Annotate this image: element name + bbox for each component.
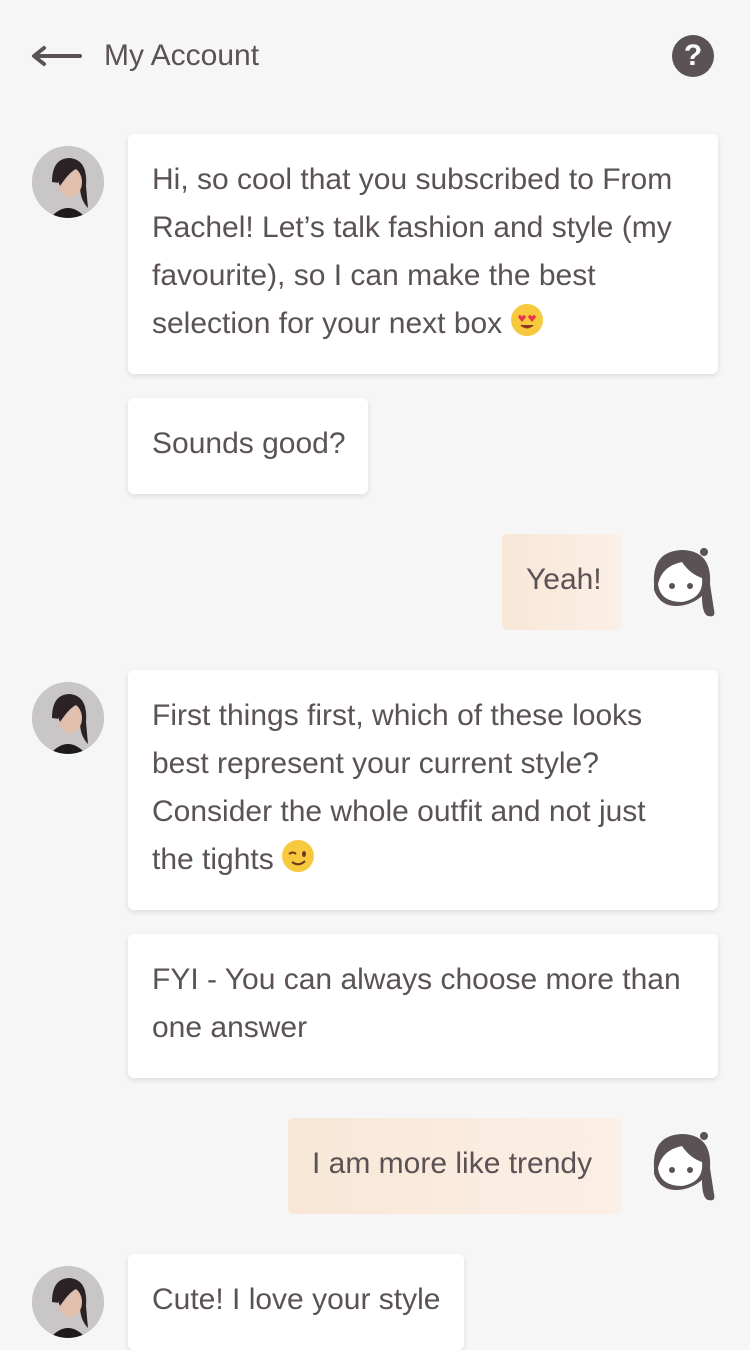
- bot-message: Hi, so cool that you subscribed to From …: [128, 134, 718, 374]
- rachel-avatar-icon: [32, 1266, 104, 1338]
- header-bar: My Account ?: [0, 0, 750, 110]
- user-avatar-icon: [653, 1132, 715, 1201]
- bot-avatar: [32, 1266, 104, 1338]
- bot-message: First things first, which of these looks…: [128, 670, 718, 910]
- message-line-text: the tights: [152, 843, 274, 876]
- message-line: Yeah!: [526, 563, 602, 596]
- help-icon[interactable]: ?: [672, 35, 714, 77]
- message-line: First things first, which of these looks: [152, 699, 643, 732]
- bot-message: Sounds good?: [128, 398, 368, 494]
- message-line: Rachel! Let’s talk fashion and style (my: [152, 211, 672, 244]
- message-line: Cute! I love your style: [152, 1283, 441, 1316]
- message-line: best represent your current style?: [152, 747, 599, 780]
- rachel-avatar-icon: [32, 146, 104, 218]
- bot-message: Cute! I love your style: [128, 1254, 464, 1350]
- message-line: selection for your next box: [152, 300, 694, 348]
- message-line: favourite), so I can make the best: [152, 259, 596, 292]
- bot-avatar: [32, 146, 104, 218]
- user-avatar-icon: [653, 548, 715, 617]
- rachel-avatar-icon: [32, 682, 104, 754]
- message-line: FYI - You can always choose more than: [152, 963, 681, 996]
- bot-avatar: [32, 682, 104, 754]
- page-title: My Account: [104, 39, 260, 72]
- heart-eyes-emoji-icon: [510, 304, 543, 336]
- message-line: the tights: [152, 836, 694, 884]
- bot-message: FYI - You can always choose more than on…: [128, 934, 718, 1078]
- message-line: I am more like trendy: [312, 1147, 593, 1180]
- message-line: Consider the whole outfit and not just: [152, 795, 646, 828]
- message-line-text: selection for your next box: [152, 307, 503, 340]
- message-line: Sounds good?: [152, 427, 346, 460]
- back-arrow-icon[interactable]: [30, 42, 82, 70]
- user-message: Yeah!: [502, 534, 622, 630]
- message-line: one answer: [152, 1011, 308, 1044]
- message-line: Hi, so cool that you subscribed to From: [152, 163, 673, 196]
- wink-emoji-icon: [282, 840, 315, 872]
- user-message: I am more like trendy: [288, 1118, 622, 1214]
